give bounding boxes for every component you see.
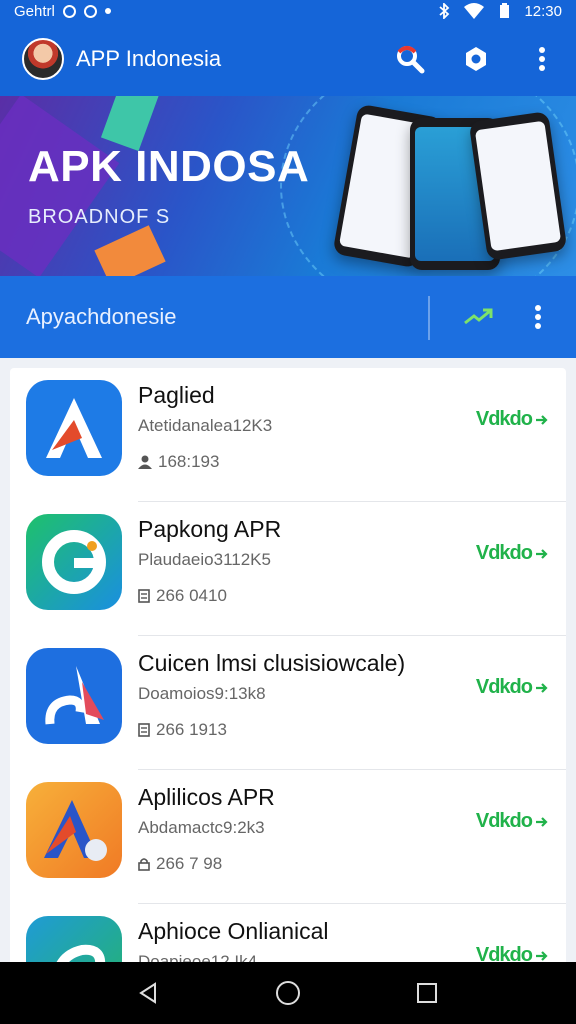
trend-arrow-icon xyxy=(464,308,493,325)
search-more-button[interactable] xyxy=(522,301,554,333)
bluetooth-icon xyxy=(439,3,450,19)
arrow-right-icon xyxy=(536,950,548,961)
arrow-right-icon xyxy=(536,816,548,827)
search-icon xyxy=(397,46,425,74)
banner-subtitle: BROADNOF S xyxy=(28,206,171,228)
install-button-label: Vdkdo xyxy=(475,408,533,430)
list-item[interactable]: Aplilicos APR Abdamactc9:2k3 266 7 98 Vd… xyxy=(10,770,566,904)
install-button-label: Vdkdo xyxy=(475,810,533,832)
page-title: APP Indonesia xyxy=(76,46,222,71)
app-bar: APP Indonesia xyxy=(0,22,576,96)
arrow-right-icon xyxy=(536,548,548,559)
app-meta: Plaudaeio3112K5 xyxy=(138,550,271,569)
more-options-button[interactable] xyxy=(526,43,558,75)
app-name: Paglied xyxy=(138,382,215,408)
app-name: Aplilicos APR xyxy=(138,784,275,810)
install-button-label: Vdkdo xyxy=(475,676,533,698)
search-bar[interactable]: Apyachdonesie xyxy=(0,276,576,358)
avatar[interactable] xyxy=(22,38,64,80)
app-stat-value: 266 7 98 xyxy=(156,854,223,873)
arrow-right-icon xyxy=(536,682,548,693)
app-stat: 266 7 98 xyxy=(138,854,222,874)
app-icon[interactable] xyxy=(26,648,122,744)
app-meta: Doamoios9:13k8 xyxy=(138,684,266,703)
search-query-text[interactable]: Apyachdonesie xyxy=(26,304,176,330)
lock-icon xyxy=(138,858,150,871)
person-icon xyxy=(138,455,152,469)
status-bar: Gehtrl 12:30 xyxy=(0,0,576,22)
status-carrier-text: Gehtrl xyxy=(14,2,55,20)
notification-icon xyxy=(62,4,76,18)
navigation-bar xyxy=(0,962,576,1024)
divider xyxy=(428,296,430,340)
app-list: Paglied Atetidanalea12K3 168:193 Vdkdo P… xyxy=(10,368,566,1024)
app-icon[interactable] xyxy=(26,782,122,878)
banner-decoration xyxy=(94,225,166,276)
arrow-right-icon xyxy=(536,414,548,425)
search-button[interactable] xyxy=(394,43,426,75)
app-meta: Atetidanalea12K3 xyxy=(138,416,273,435)
banner-title: APK INDOSA xyxy=(28,142,310,191)
list-item[interactable]: Cuicen lmsi clusisiowcale) Doamoios9:13k… xyxy=(10,636,566,770)
app-meta: Abdamactc9:2k3 xyxy=(138,818,265,837)
app-stat: 266 0410 xyxy=(138,586,227,606)
notification-icon xyxy=(83,4,97,18)
settings-button[interactable] xyxy=(460,43,492,75)
more-vert-icon xyxy=(539,47,545,71)
app-stat: 266 1913 xyxy=(138,720,227,740)
app-stat-value: 266 1913 xyxy=(156,720,227,739)
settings-icon xyxy=(466,47,486,71)
list-item[interactable]: Paglied Atetidanalea12K3 168:193 Vdkdo xyxy=(10,368,566,502)
app-name: Papkong APR xyxy=(138,516,282,542)
back-icon xyxy=(139,982,157,1004)
home-button[interactable] xyxy=(272,977,304,1009)
app-name: Aphioce Onlianical xyxy=(138,918,329,944)
status-time: 12:30 xyxy=(524,2,562,20)
install-button[interactable]: Vdkdo xyxy=(476,542,548,565)
trend-button[interactable] xyxy=(462,301,494,333)
app-stat-value: 266 0410 xyxy=(156,586,227,605)
notification-dot-icon xyxy=(104,8,111,14)
wifi-icon xyxy=(464,3,485,19)
more-vert-icon xyxy=(535,305,541,329)
file-icon xyxy=(138,589,150,603)
install-button[interactable]: Vdkdo xyxy=(476,676,548,699)
file-icon xyxy=(138,723,150,737)
app-stat-value: 168:193 xyxy=(158,452,220,471)
recents-button[interactable] xyxy=(411,977,443,1009)
install-button[interactable]: Vdkdo xyxy=(476,810,548,833)
install-button[interactable]: Vdkdo xyxy=(476,408,548,431)
promo-banner[interactable]: APK INDOSA BROADNOF S xyxy=(0,96,576,276)
battery-icon xyxy=(500,3,510,18)
home-icon xyxy=(275,981,300,1005)
app-icon[interactable] xyxy=(26,514,122,610)
app-icon[interactable] xyxy=(26,380,122,476)
install-button-label: Vdkdo xyxy=(475,542,533,564)
list-item[interactable]: Papkong APR Plaudaeio3112K5 266 0410 Vdk… xyxy=(10,502,566,636)
app-name: Cuicen lmsi clusisiowcale) xyxy=(138,650,406,676)
app-stat: 168:193 xyxy=(138,452,219,472)
back-button[interactable] xyxy=(133,977,165,1009)
recents-icon xyxy=(416,983,437,1003)
